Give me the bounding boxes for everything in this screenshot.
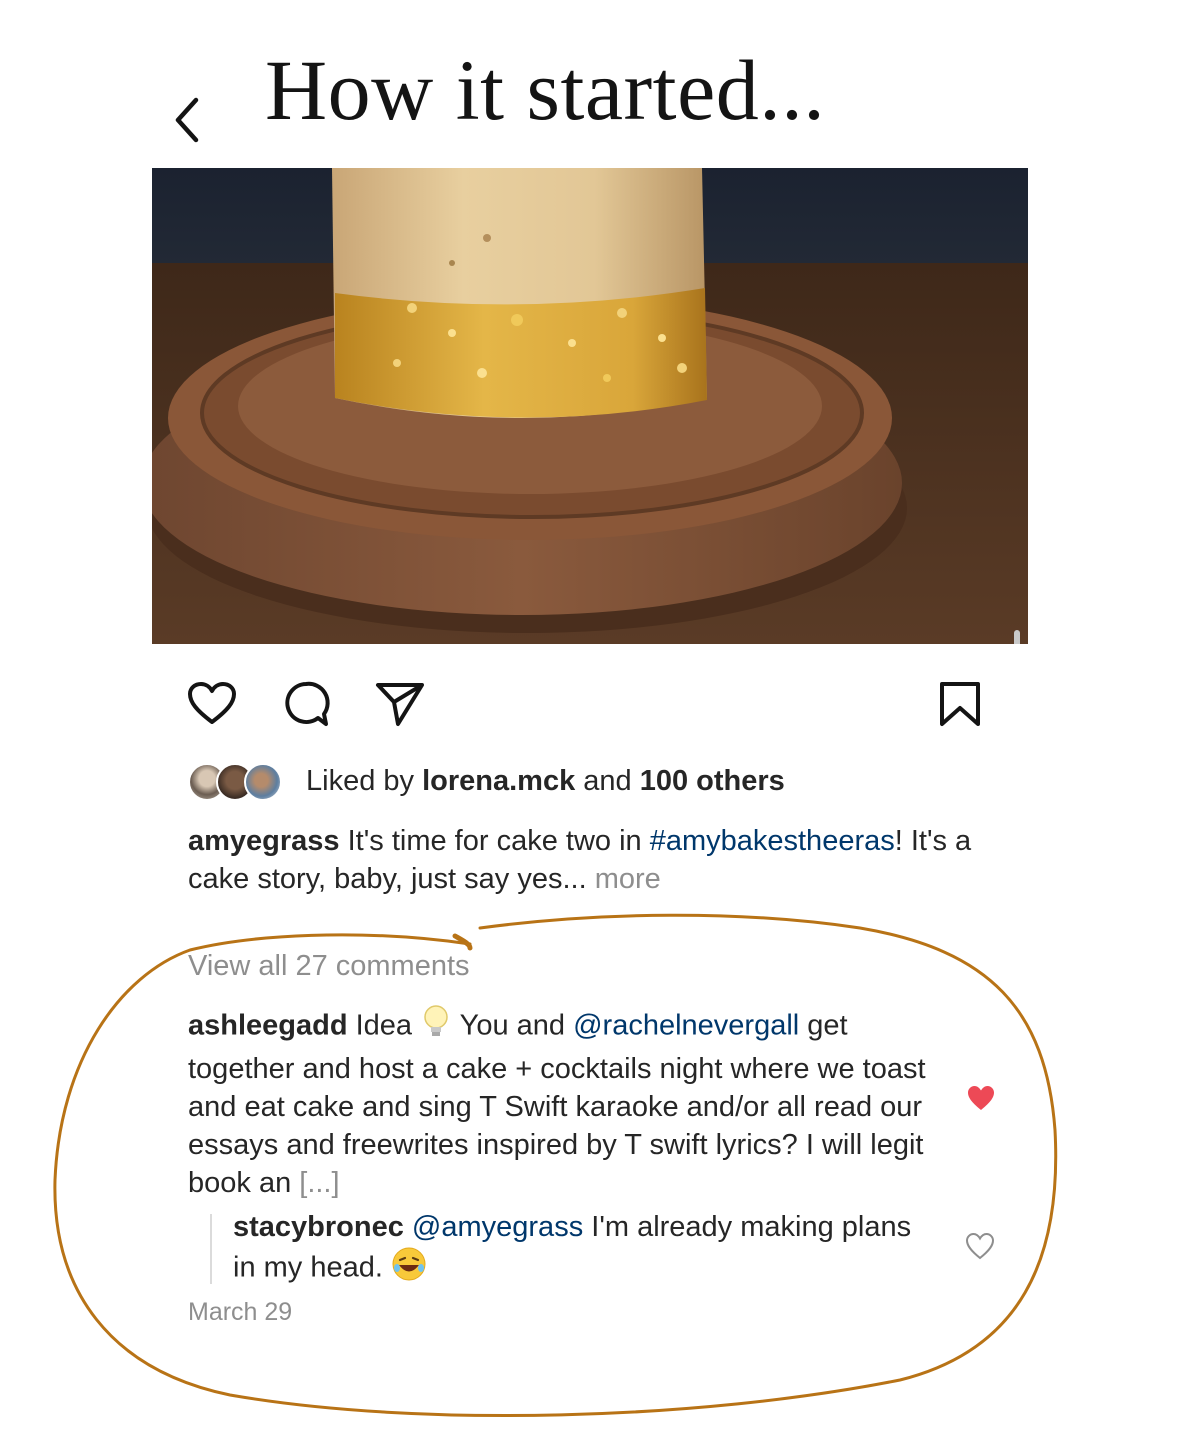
reply-thread-line [210, 1214, 212, 1284]
mention-link[interactable]: @rachelnevergall [573, 1010, 799, 1042]
light-bulb-icon [420, 1004, 452, 1050]
post-caption: amyegrass It's time for cake two in #amy… [188, 825, 972, 895]
comment-username[interactable]: ashleegadd [188, 1010, 348, 1042]
comment-button[interactable] [282, 680, 332, 733]
liker-avatars [188, 761, 296, 801]
reply-like-button[interactable] [964, 1232, 996, 1265]
expand-comment-link[interactable]: [...] [299, 1167, 339, 1199]
hashtag-link[interactable]: #amybakestheeras [650, 825, 895, 857]
reply-comment: stacybronec @amyegrass I'm already makin… [233, 1208, 933, 1292]
like-button[interactable] [186, 680, 238, 731]
likes-others[interactable]: 100 others [640, 765, 785, 797]
comment-like-button[interactable] [966, 1084, 996, 1117]
likes-row[interactable]: Liked by lorena.mck and 100 others [188, 758, 785, 804]
bookmark-icon [940, 682, 980, 726]
save-button[interactable] [936, 680, 984, 733]
heart-filled-icon [968, 1086, 994, 1110]
reply-mention-link[interactable]: @amyegrass [412, 1211, 583, 1243]
cake-image [152, 168, 1028, 644]
laughing-emoji-icon [391, 1246, 427, 1292]
comment: ashleegadd Idea You and @rachelnevergall… [188, 1004, 933, 1202]
story-title: How it started... [265, 42, 826, 138]
heart-outline-icon [188, 682, 236, 724]
story-header: How it started... [0, 0, 1179, 160]
likes-text: Liked by lorena.mck and 100 others [306, 764, 785, 797]
view-all-comments[interactable]: View all 27 comments [188, 950, 470, 983]
chevron-left-icon [175, 97, 199, 143]
reply-username[interactable]: stacybronec [233, 1211, 404, 1243]
more-link[interactable]: more [587, 863, 661, 895]
comment-bubble-icon [285, 681, 330, 726]
post-date: March 29 [188, 1298, 293, 1326]
post-photo[interactable] [152, 168, 1028, 644]
back-button[interactable] [168, 86, 208, 146]
liker-username[interactable]: lorena.mck [422, 765, 575, 797]
caption-username[interactable]: amyegrass [188, 825, 340, 857]
avatar [244, 763, 282, 801]
share-button[interactable] [374, 680, 426, 733]
heart-outline-icon [965, 1232, 995, 1260]
paper-plane-icon [376, 683, 424, 726]
